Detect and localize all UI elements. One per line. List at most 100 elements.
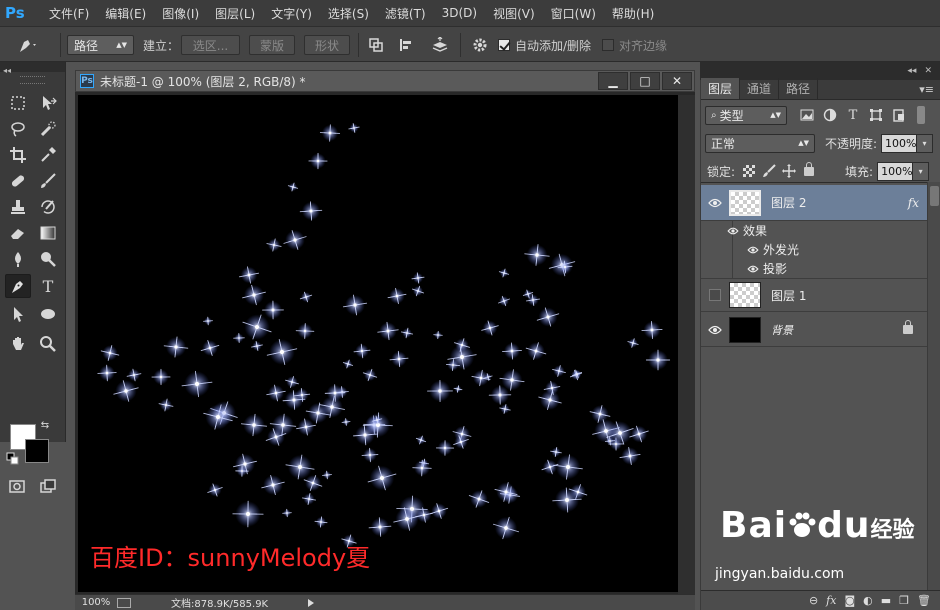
lock-transparent-pixels-icon[interactable] — [739, 162, 759, 180]
layers-scrollbar[interactable] — [927, 182, 940, 592]
gradient-tool-icon[interactable] — [35, 221, 61, 245]
close-button[interactable]: ✕ — [662, 72, 692, 90]
ellipse-tool-icon[interactable] — [35, 302, 61, 326]
auto-add-delete-checkbox[interactable] — [498, 39, 510, 51]
layer-thumbnail[interactable] — [729, 282, 761, 308]
toolbox-grip[interactable] — [20, 76, 45, 84]
tab-channels[interactable]: 通道 — [740, 78, 780, 99]
hand-tool-icon[interactable] — [5, 332, 31, 356]
menu-select[interactable]: 选择(S) — [320, 5, 377, 22]
marquee-tool-icon[interactable] — [5, 91, 31, 115]
make-mask-button[interactable]: 蒙版 — [249, 35, 295, 55]
eraser-tool-icon[interactable] — [5, 221, 31, 245]
close-panel-icon[interactable]: ✕ — [924, 66, 932, 76]
collapse-arrows-icon[interactable]: ◂◂ — [3, 66, 11, 75]
effects-header-row[interactable]: 效果 — [701, 221, 927, 240]
clone-stamp-tool-icon[interactable] — [5, 195, 31, 219]
eyedropper-tool-icon[interactable] — [35, 143, 61, 167]
history-brush-tool-icon[interactable] — [35, 195, 61, 219]
document-canvas[interactable] — [78, 95, 678, 592]
minimize-button[interactable]: ▁ — [598, 72, 628, 90]
menu-help[interactable]: 帮助(H) — [604, 5, 662, 22]
make-shape-button[interactable]: 形状 — [304, 35, 350, 55]
path-operations-icon[interactable] — [366, 35, 386, 55]
filter-type-icon[interactable]: T — [843, 106, 863, 124]
layer-filter-select[interactable]: ⌕ 类型 ▲▼ — [705, 105, 787, 125]
layer-row-background[interactable]: 背景 — [701, 313, 927, 347]
filter-shape-icon[interactable] — [866, 106, 886, 124]
collapse-panel-icon[interactable]: ◂◂ — [907, 66, 916, 76]
quick-mask-icon[interactable] — [4, 474, 30, 498]
lasso-tool-icon[interactable] — [5, 117, 31, 141]
filter-smart-object-icon[interactable] — [889, 106, 909, 124]
layer-row-layer-2[interactable]: 图层 2 fx — [701, 185, 927, 221]
tab-paths[interactable]: 路径 — [779, 78, 819, 99]
type-tool-icon[interactable]: T — [35, 274, 61, 298]
quick-selection-tool-icon[interactable] — [35, 117, 61, 141]
zoom-level[interactable]: 100% — [75, 597, 117, 608]
layer-row-layer-1[interactable]: 图层 1 — [701, 278, 927, 312]
effect-row-drop-shadow[interactable]: 投影 — [701, 259, 927, 278]
background-color-swatch[interactable] — [25, 439, 49, 463]
layer-name[interactable]: 图层 2 — [771, 194, 908, 211]
link-layers-icon[interactable]: ⊖ — [809, 594, 818, 607]
gear-icon[interactable] — [470, 35, 490, 55]
menu-image[interactable]: 图像(I) — [154, 5, 207, 22]
eye-icon[interactable] — [701, 198, 729, 208]
menu-layer[interactable]: 图层(L) — [207, 5, 263, 22]
align-edges-option[interactable]: 对齐边缘 — [602, 35, 667, 55]
fill-input[interactable]: 100% — [877, 161, 914, 181]
eye-icon[interactable] — [701, 246, 763, 254]
new-layer-icon[interactable]: ❐ — [899, 594, 909, 607]
menu-type[interactable]: 文字(Y) — [263, 5, 320, 22]
default-colors-icon[interactable] — [6, 452, 20, 466]
filter-pixel-icon[interactable] — [797, 106, 817, 124]
blur-tool-icon[interactable] — [5, 247, 31, 271]
fx-icon[interactable]: fx — [908, 196, 919, 210]
panel-menu-icon[interactable]: ▾≡ — [919, 83, 934, 96]
path-alignment-icon[interactable] — [396, 35, 416, 55]
export-icon[interactable] — [117, 597, 131, 608]
eye-icon[interactable] — [701, 265, 763, 273]
path-arrangement-icon[interactable] — [428, 35, 452, 55]
adjustment-layer-icon[interactable]: ◐ — [863, 594, 873, 607]
scrollbar-thumb[interactable] — [930, 186, 939, 206]
brush-tool-icon[interactable] — [35, 169, 61, 193]
menu-window[interactable]: 窗口(W) — [543, 5, 604, 22]
document-title-bar[interactable]: Ps 未标题-1 @ 100% (图层 2, RGB/8) * ▁ □ ✕ — [75, 70, 695, 92]
maximize-button[interactable]: □ — [630, 72, 660, 90]
menu-3d[interactable]: 3D(D) — [434, 6, 485, 20]
filter-adjustment-icon[interactable] — [820, 106, 840, 124]
pen-tool-icon[interactable] — [5, 274, 31, 298]
dodge-tool-icon[interactable] — [35, 247, 61, 271]
menu-view[interactable]: 视图(V) — [485, 5, 543, 22]
lock-position-icon[interactable] — [779, 162, 799, 180]
blend-mode-select[interactable]: 正常 ▲▼ — [705, 133, 815, 153]
align-edges-checkbox[interactable] — [602, 39, 614, 51]
fill-dropdown-icon[interactable]: ▾ — [913, 161, 930, 181]
new-group-icon[interactable]: ▬ — [881, 594, 891, 607]
effect-row-outer-glow[interactable]: 外发光 — [701, 240, 927, 259]
tab-layers[interactable]: 图层 — [701, 78, 741, 99]
layer-name[interactable]: 图层 1 — [771, 287, 927, 304]
screen-mode-icon[interactable] — [35, 474, 61, 498]
layer-name[interactable]: 背景 — [771, 322, 903, 338]
delete-layer-icon[interactable]: 🗑 — [917, 594, 931, 607]
make-selection-button[interactable]: 选区... — [181, 35, 240, 55]
pen-mode-select[interactable]: 路径 ▲▼ — [67, 35, 134, 55]
toolbox-header[interactable]: ◂◂ — [0, 62, 65, 75]
menu-filter[interactable]: 滤镜(T) — [377, 5, 434, 22]
layer-thumbnail[interactable] — [729, 189, 761, 216]
move-tool-icon[interactable] — [35, 91, 61, 115]
opacity-input[interactable]: 100% — [881, 133, 918, 153]
layer-thumbnail[interactable] — [729, 316, 761, 343]
tool-preset-picker[interactable] — [16, 35, 56, 55]
menu-file[interactable]: 文件(F) — [41, 5, 97, 22]
visibility-toggle[interactable] — [701, 289, 729, 301]
status-menu-arrow-icon[interactable] — [308, 598, 315, 607]
menu-edit[interactable]: 编辑(E) — [97, 5, 154, 22]
vertical-scrollbar[interactable] — [678, 95, 695, 594]
crop-tool-icon[interactable] — [5, 143, 31, 167]
lock-all-icon[interactable] — [799, 161, 819, 180]
swap-colors-icon[interactable]: ⇆ — [38, 418, 52, 432]
